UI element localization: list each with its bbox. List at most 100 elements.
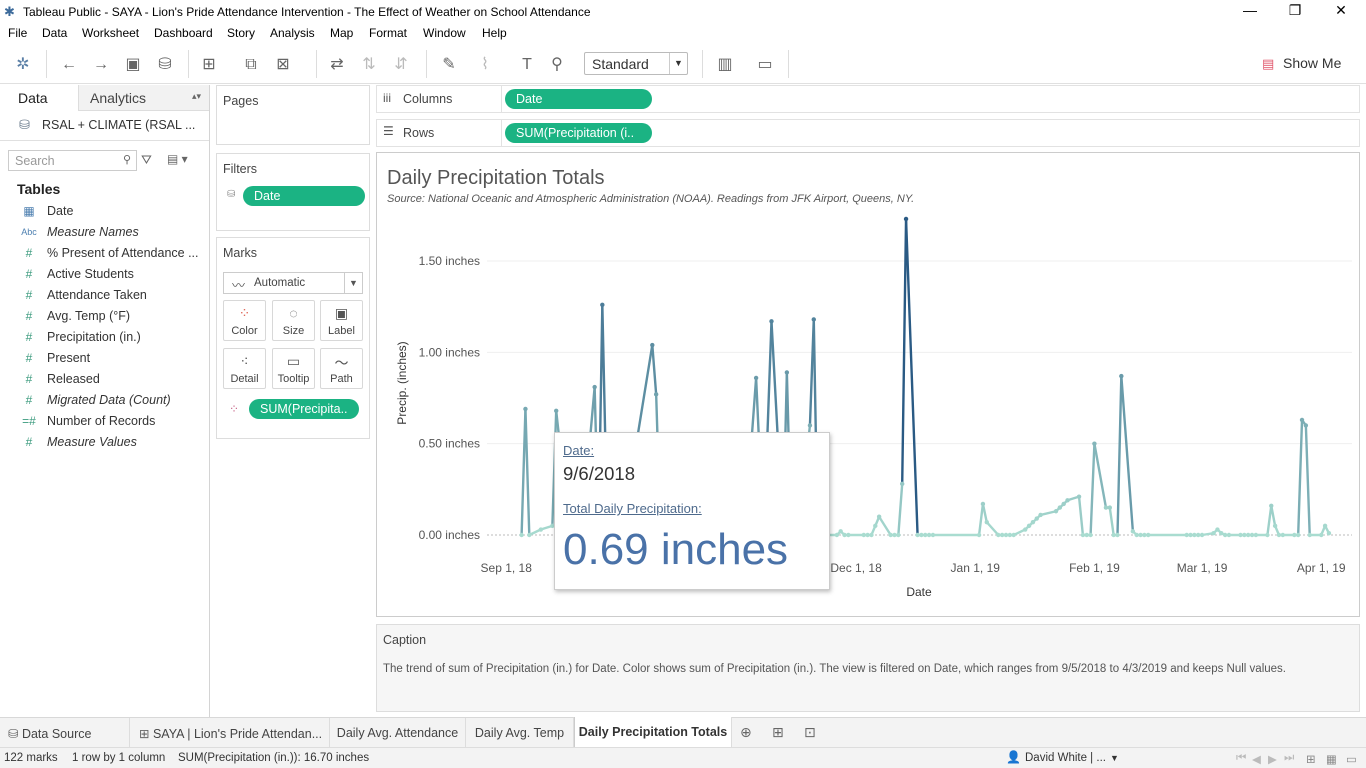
data-point[interactable]	[1130, 529, 1136, 534]
tableau-home-icon[interactable]: ✲	[12, 54, 34, 76]
marks-color-button[interactable]: ⁘ Color	[223, 300, 266, 341]
menu-format[interactable]: Format	[369, 26, 407, 40]
data-point[interactable]	[1007, 532, 1013, 538]
show-mark-labels-icon[interactable]: T	[516, 54, 538, 76]
tab-analytics[interactable]: Analytics ▴▾	[78, 85, 209, 111]
data-point[interactable]	[1003, 532, 1009, 538]
menu-file[interactable]: File	[8, 26, 27, 40]
new-worksheet-icon[interactable]: ⊕	[740, 724, 752, 741]
data-point[interactable]	[1269, 503, 1274, 508]
data-point[interactable]	[888, 532, 893, 538]
field-item[interactable]: # Avg. Temp (°F)	[0, 306, 209, 327]
data-point[interactable]	[1092, 441, 1097, 446]
data-point[interactable]	[538, 527, 544, 532]
marks-size-button[interactable]: ◌ Size	[272, 300, 315, 341]
datasource-name[interactable]: RSAL + CLIMATE (RSAL ...	[42, 118, 195, 132]
data-point[interactable]	[811, 317, 816, 322]
filmstrip-view-icon[interactable]: ▦	[1326, 752, 1337, 766]
data-point[interactable]	[876, 514, 882, 519]
menu-help[interactable]: Help	[482, 26, 507, 40]
data-point[interactable]	[1023, 527, 1028, 532]
menu-window[interactable]: Window	[423, 26, 466, 40]
swap-rows-columns-icon[interactable]: ⇄	[326, 54, 348, 76]
rows-pill-precipitation[interactable]: SUM(Precipitation (i..	[505, 123, 652, 143]
data-point[interactable]	[650, 342, 655, 348]
data-point[interactable]	[1215, 527, 1220, 532]
data-point[interactable]	[1088, 532, 1093, 538]
precipitation-line-chart[interactable]: 0.00 inches 0.50 inches 1.00 inches 1.50 in…	[377, 153, 1359, 616]
data-point[interactable]	[919, 532, 924, 538]
data-point[interactable]	[1184, 532, 1189, 538]
filter-icon[interactable]: ⛛	[141, 152, 152, 168]
fit-select[interactable]: Standard ▼	[584, 52, 688, 75]
data-point[interactable]	[1319, 532, 1324, 538]
data-point[interactable]	[1222, 532, 1228, 538]
data-point[interactable]	[846, 532, 851, 538]
data-point[interactable]	[653, 392, 659, 397]
data-point[interactable]	[873, 523, 878, 529]
data-point[interactable]	[1326, 530, 1332, 536]
data-point[interactable]	[1276, 532, 1282, 538]
data-point[interactable]	[1280, 532, 1285, 538]
data-point[interactable]	[976, 532, 982, 538]
close-button[interactable]: ✕	[1318, 2, 1364, 22]
data-point[interactable]	[1107, 505, 1112, 510]
data-point[interactable]	[807, 423, 813, 428]
data-point[interactable]	[838, 529, 843, 534]
data-point[interactable]	[784, 370, 790, 375]
data-point[interactable]	[1226, 532, 1232, 538]
menu-story[interactable]: Story	[227, 26, 255, 40]
data-point[interactable]	[1295, 532, 1301, 538]
data-point[interactable]	[869, 532, 874, 538]
nav-last-icon[interactable]: ⏭	[1284, 752, 1294, 765]
data-point[interactable]	[600, 302, 605, 308]
data-point[interactable]	[753, 375, 759, 381]
tabs-view-icon[interactable]: ▭	[1346, 752, 1357, 766]
data-point[interactable]	[1146, 532, 1151, 538]
tab-daily-avg-attendance[interactable]: Daily Avg. Attendance	[330, 718, 466, 747]
filter-pill-date[interactable]: Date	[243, 186, 365, 206]
data-point[interactable]	[915, 532, 920, 538]
tab-daily-avg-temp[interactable]: Daily Avg. Temp	[466, 718, 574, 747]
data-point[interactable]	[900, 481, 905, 487]
view-options-icon[interactable]: ▤ ▾	[167, 152, 188, 166]
data-point[interactable]	[865, 532, 870, 538]
tab-daily-precipitation-totals[interactable]: Daily Precipitation Totals	[574, 717, 732, 748]
new-dashboard-icon[interactable]: ⊞	[772, 724, 784, 741]
marks-pill-precipitation[interactable]: SUM(Precipita..	[249, 399, 359, 419]
data-point[interactable]	[923, 532, 928, 538]
data-point[interactable]	[1242, 532, 1247, 538]
field-item[interactable]: # Attendance Taken	[0, 285, 209, 306]
show-me-icon[interactable]: ▤	[1262, 56, 1274, 72]
data-point[interactable]	[1011, 532, 1016, 538]
mark-type-select[interactable]: 〰 Automatic ▼	[223, 272, 363, 294]
data-point[interactable]	[1142, 532, 1147, 538]
data-point[interactable]	[1134, 532, 1139, 538]
field-item[interactable]: ▦ Date	[0, 201, 209, 222]
tab-data[interactable]: Data	[0, 85, 78, 111]
menu-data[interactable]: Data	[42, 26, 67, 40]
data-point[interactable]	[1265, 532, 1270, 538]
data-point[interactable]	[1080, 532, 1086, 538]
marks-detail-button[interactable]: ⁖ Detail	[223, 348, 266, 389]
field-item[interactable]: # Released	[0, 369, 209, 390]
field-item[interactable]: # Active Students	[0, 264, 209, 285]
duplicate-sheet-icon[interactable]: ⧉	[240, 54, 262, 76]
nav-next-icon[interactable]: ▶	[1268, 752, 1277, 766]
data-point[interactable]	[1192, 532, 1197, 538]
search-input[interactable]: Search ⚲	[8, 150, 137, 171]
data-point[interactable]	[1199, 532, 1205, 538]
chevron-down-icon[interactable]: ▼	[1110, 753, 1119, 763]
data-point[interactable]	[834, 532, 840, 538]
sort-descending-icon[interactable]: ⇵	[390, 54, 412, 76]
marks-label-button[interactable]: ▣ Label	[320, 300, 363, 341]
data-point[interactable]	[1219, 530, 1224, 536]
data-point[interactable]	[1103, 505, 1109, 510]
redo-icon[interactable]: →	[90, 54, 112, 76]
data-point[interactable]	[1188, 532, 1193, 538]
data-point[interactable]	[1034, 516, 1039, 521]
data-point[interactable]	[1322, 523, 1328, 529]
field-item[interactable]: Abc Measure Names	[0, 222, 209, 243]
menu-analysis[interactable]: Analysis	[270, 26, 315, 40]
data-point[interactable]	[1299, 417, 1305, 423]
